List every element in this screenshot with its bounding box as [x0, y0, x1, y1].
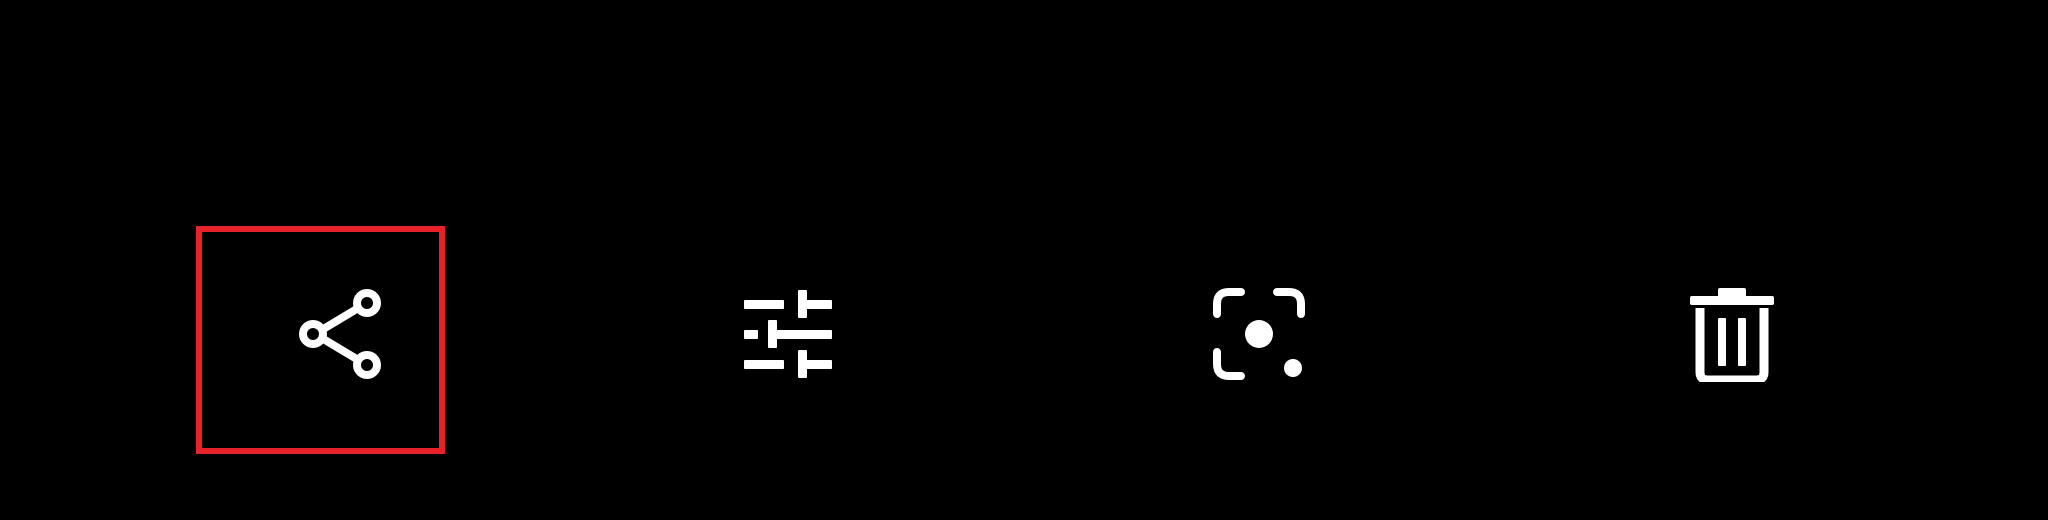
delete-button[interactable]	[1676, 278, 1788, 390]
lens-icon	[1213, 288, 1305, 380]
share-button[interactable]	[285, 278, 397, 390]
bottom-action-bar	[0, 0, 2048, 520]
trash-icon	[1690, 288, 1774, 382]
lens-button[interactable]	[1203, 278, 1315, 390]
sliders-icon	[744, 290, 832, 378]
edit-adjust-button[interactable]	[732, 278, 844, 390]
share-icon	[299, 289, 381, 379]
photo-viewer-screen	[0, 0, 2048, 520]
